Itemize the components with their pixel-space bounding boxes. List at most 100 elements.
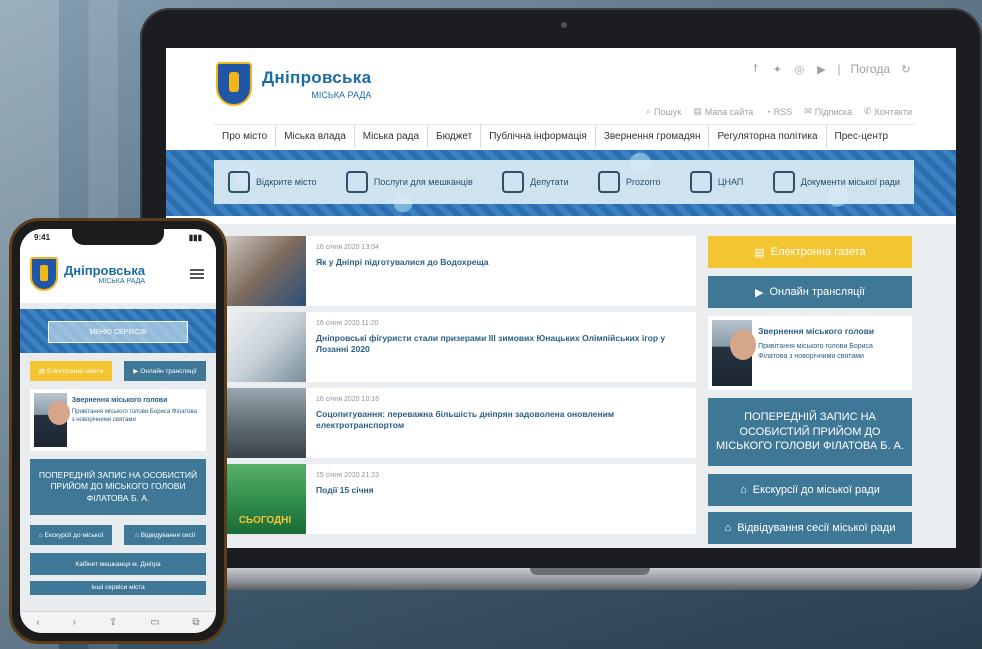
news-thumbnail xyxy=(224,388,306,458)
service-cnap[interactable]: ЦНАП xyxy=(689,171,743,193)
nav-item-budget[interactable]: Бюджет xyxy=(428,125,482,148)
subscribe-link[interactable]: ✉ Підписка xyxy=(804,106,852,117)
online-broadcasts-button[interactable]: ▶ Онлайн трансляції xyxy=(124,361,206,381)
online-broadcasts-button[interactable]: ▶ Онлайн трансляції xyxy=(708,276,912,308)
rss-icon: ◔ xyxy=(765,106,771,117)
news-date: 15 січня 2020 21:23 xyxy=(316,472,380,479)
mayor-appeal-card[interactable]: Звернення міського голови Привітання міс… xyxy=(708,316,912,390)
session-visit-button[interactable]: ⌂ Відвідування сесії міської ради xyxy=(708,512,912,544)
mayor-appeal-card[interactable]: Звернення міського голови Привітання міс… xyxy=(30,389,206,451)
mayor-photo xyxy=(712,320,757,386)
contacts-link[interactable]: ✆ Контакти xyxy=(864,106,912,117)
mayor-appeal-title[interactable]: Звернення міського голови xyxy=(758,326,902,336)
browser-toolbar: ‹ › ⇪ ▭ ⧉ xyxy=(20,611,216,633)
news-title[interactable]: Події 15 січня xyxy=(316,485,379,496)
facebook-icon[interactable]: f xyxy=(749,63,761,75)
laptop-screen: Дніпровська МІСЬКА РАДА f ✦ ◎ ▶ | Погода… xyxy=(166,48,956,548)
service-open-city[interactable]: Відкрите місто xyxy=(228,171,316,193)
resident-cabinet-button[interactable]: Кабінет мешканця м. Дніпра xyxy=(30,553,206,575)
rss-link[interactable]: ◔ RSS xyxy=(765,106,792,117)
social-links: f ✦ ◎ ▶ | Погода ↻ xyxy=(749,62,912,76)
search-icon: ⌕ xyxy=(646,106,652,116)
museum-icon: ⌂ xyxy=(134,531,139,539)
news-item[interactable]: 16 січня 2020 10:16 Соцопитування: перев… xyxy=(224,388,696,458)
site-logo[interactable]: Дніпровська МІСЬКА РАДА xyxy=(216,62,371,106)
news-title[interactable]: Соцопитування: переважна більшість дніпр… xyxy=(316,409,686,432)
mayor-appeal-title[interactable]: Звернення міського голови xyxy=(72,397,197,404)
nav-item-council[interactable]: Міська рада xyxy=(355,125,429,148)
building-icon xyxy=(345,171,368,193)
nav-item-authority[interactable]: Міська влада xyxy=(276,125,355,148)
main-nav: Про місто Міська влада Міська рада Бюдже… xyxy=(214,124,916,148)
divider: | xyxy=(837,62,841,76)
news-item[interactable]: СЬОГОДНІ 15 січня 2020 21:23 Події 15 сі… xyxy=(224,464,696,534)
mayor-appeal-desc: Привітання міського голови Бориса Філато… xyxy=(758,343,873,360)
weather-link[interactable]: Погода xyxy=(851,62,891,76)
other-services-button[interactable]: Інші сервіси міста xyxy=(30,581,206,595)
person-icon xyxy=(502,171,525,193)
nav-item-public-info[interactable]: Публічна інформація xyxy=(481,125,596,148)
logo-subtitle: МІСЬКА РАДА xyxy=(98,278,146,285)
service-resident-services[interactable]: Послуги для мешканців xyxy=(345,171,473,193)
news-date: 16 січня 2020 13:04 xyxy=(316,244,380,251)
services-banner: Відкрите місто Послуги для мешканців Деп… xyxy=(166,150,956,216)
news-title[interactable]: Як у Дніпрі підготувалися до Водохреща xyxy=(316,257,489,268)
laptop-frame: Дніпровська МІСЬКА РАДА f ✦ ◎ ▶ | Погода… xyxy=(140,8,982,570)
service-prozorro[interactable]: Prozorro xyxy=(597,171,660,193)
appointment-button[interactable]: ПОПЕРЕДНІЙ ЗАПИС НА ОСОБИСТИЙ ПРИЙОМ ДО … xyxy=(30,459,206,515)
calendar-icon xyxy=(597,171,620,193)
share-icon[interactable]: ⇪ xyxy=(109,617,117,628)
mayor-photo xyxy=(34,393,70,447)
service-deputies[interactable]: Депутати xyxy=(502,171,569,193)
service-documents[interactable]: Документи міської ради xyxy=(772,171,900,193)
appointment-button[interactable]: ПОПЕРЕДНІЙ ЗАПИС НА ОСОБИСТИЙ ПРИЙОМ ДО … xyxy=(708,398,912,466)
laptop-notch xyxy=(530,568,650,575)
e-newspaper-button[interactable]: ▤ Електронна газета xyxy=(708,236,912,268)
forward-icon[interactable]: › xyxy=(73,617,76,628)
tabs-icon[interactable]: ⧉ xyxy=(192,617,199,628)
main-content: 16 січня 2020 13:04 Як у Дніпрі підготув… xyxy=(166,224,956,548)
youtube-icon[interactable]: ▶ xyxy=(815,63,827,76)
phone-screen: 9:41 ▮▮▮ Дніпровська МІСЬКА РАДА МЕНЮ СЕ… xyxy=(20,229,216,633)
mobile-logo[interactable]: Дніпровська МІСЬКА РАДА xyxy=(30,257,145,291)
nav-item-appeals[interactable]: Звернення громадян xyxy=(596,125,710,148)
search-link[interactable]: ⌕ Пошук xyxy=(646,106,681,117)
webcam xyxy=(561,22,567,28)
news-item[interactable]: 16 січня 2020 13:04 Як у Дніпрі підготув… xyxy=(224,236,696,306)
nav-item-regulatory[interactable]: Регуляторна політика xyxy=(709,125,827,148)
play-icon: ▶ xyxy=(755,286,764,299)
excursions-button[interactable]: ⌂ Екскурсії до міської xyxy=(30,525,112,545)
mayor-appeal-desc: Привітання міського голови Бориса Філато… xyxy=(71,409,197,424)
status-time: 9:41 xyxy=(34,233,51,242)
nav-item-about[interactable]: Про місто xyxy=(214,125,277,148)
services-bar: Відкрите місто Послуги для мешканців Деп… xyxy=(214,160,914,204)
logo-title: Дніпровська xyxy=(262,68,372,87)
refresh-icon[interactable]: ↻ xyxy=(900,63,912,76)
nav-item-press[interactable]: Прес-центр xyxy=(827,125,896,148)
news-thumbnail: СЬОГОДНІ xyxy=(224,464,306,534)
city-crest-icon xyxy=(216,62,252,106)
logo-title: Дніпровська xyxy=(64,263,146,278)
bookmarks-icon[interactable]: ▭ xyxy=(150,617,159,628)
mail-icon: ✉ xyxy=(804,106,812,116)
hamburger-menu-icon[interactable] xyxy=(190,269,204,279)
session-visit-button[interactable]: ⌂ Відвідування сесії xyxy=(124,525,206,545)
services-menu-button[interactable]: МЕНЮ СЕРВІСІВ xyxy=(48,321,188,343)
instagram-icon[interactable]: ◎ xyxy=(793,63,805,76)
phone-frame: 9:41 ▮▮▮ Дніпровська МІСЬКА РАДА МЕНЮ СЕ… xyxy=(9,218,227,644)
back-icon[interactable]: ‹ xyxy=(36,617,39,628)
monitor-icon xyxy=(228,171,250,193)
news-thumbnail xyxy=(224,236,306,306)
excursions-button[interactable]: ⌂ Екскурсії до міської ради xyxy=(708,474,912,506)
news-item[interactable]: 16 січня 2020 11:20 Дніпровські фігурист… xyxy=(224,312,696,382)
museum-icon: ⌂ xyxy=(38,531,43,539)
sitemap-link[interactable]: ▤ Мапа сайта xyxy=(693,106,753,117)
battery-icon: ▮▮▮ xyxy=(188,233,202,242)
twitter-icon[interactable]: ✦ xyxy=(771,63,783,76)
mobile-header: Дніпровська МІСЬКА РАДА xyxy=(20,247,216,303)
museum-icon: ⌂ xyxy=(740,484,747,496)
museum-icon: ⌂ xyxy=(724,522,732,534)
e-newspaper-button[interactable]: ▤ Електронна газета xyxy=(30,361,112,381)
news-thumbnail xyxy=(224,312,306,382)
news-title[interactable]: Дніпровські фігуристи стали призерами ІІ… xyxy=(316,333,686,356)
